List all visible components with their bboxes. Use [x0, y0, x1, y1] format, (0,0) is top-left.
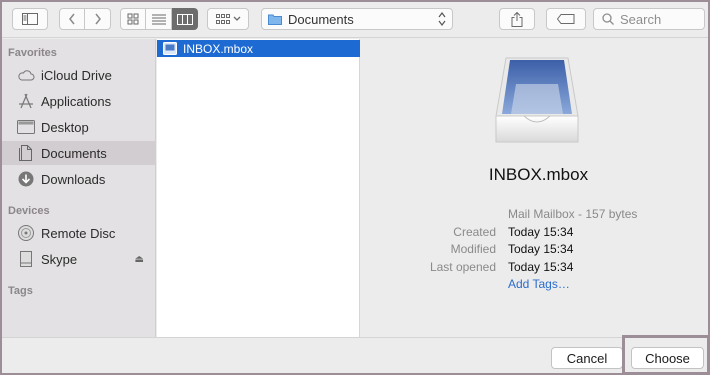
- back-button[interactable]: [59, 8, 85, 30]
- file-column: INBOX.mbox: [157, 39, 360, 337]
- tags-heading: Tags: [8, 285, 33, 297]
- forward-button[interactable]: [85, 8, 111, 30]
- icon-view-button[interactable]: [120, 8, 146, 30]
- nav-buttons: [59, 8, 111, 30]
- list-icon: [151, 14, 166, 24]
- sidebar-item-label: Downloads: [41, 171, 106, 187]
- created-label: Created: [453, 225, 496, 239]
- eject-icon[interactable]: ⏏: [135, 254, 144, 265]
- sidebar-item-desktop[interactable]: Desktop: [2, 115, 156, 139]
- sidebar-item-icloud-drive[interactable]: iCloud Drive: [2, 63, 156, 87]
- preview-file-name: INBOX.mbox: [488, 165, 589, 184]
- cancel-button[interactable]: Cancel: [551, 347, 623, 369]
- sidebar-item-label: Remote Disc: [41, 225, 116, 241]
- location-label: Documents: [288, 11, 354, 27]
- documents-icon: [16, 144, 36, 162]
- sidebar-item-downloads[interactable]: Downloads: [2, 167, 156, 191]
- sidebar-item-skype[interactable]: Skype ⏏: [2, 247, 156, 271]
- sidebar-item-remote-disc[interactable]: Remote Disc: [2, 221, 156, 245]
- last-opened-label: Last opened: [429, 260, 496, 274]
- file-label: INBOX.mbox: [183, 41, 254, 56]
- sidebar-toggle-icon: [22, 13, 38, 25]
- file-kind: Mail Mailbox - 157 bytes: [508, 207, 638, 221]
- column-view-button[interactable]: [172, 8, 198, 30]
- created-value: Today 15:34: [508, 225, 574, 239]
- sidebar-item-label: iCloud Drive: [41, 67, 112, 83]
- arrange-grid-icon: [215, 14, 230, 24]
- file-chooser-dialog: Documents Favorites: [0, 0, 710, 375]
- sidebar-item-applications[interactable]: Applications: [2, 89, 156, 113]
- preview-pane: INBOX.mbox Mail Mailbox - 157 bytes Crea…: [361, 39, 708, 337]
- sidebar-item-label: Applications: [41, 93, 112, 109]
- mailbox-preview-icon: [495, 57, 579, 143]
- cloud-icon: [16, 66, 36, 84]
- share-button[interactable]: [499, 8, 535, 30]
- sidebar-item-documents[interactable]: Documents: [2, 141, 156, 165]
- drive-icon: [16, 250, 36, 268]
- modified-label: Modified: [450, 242, 496, 256]
- desktop-icon: [16, 118, 36, 136]
- tag-icon: [557, 14, 575, 24]
- downloads-icon: [16, 170, 36, 188]
- list-view-button[interactable]: [146, 8, 172, 30]
- choose-highlight-frame: [622, 335, 708, 373]
- share-icon: [511, 11, 523, 27]
- mailbox-file-icon: [163, 42, 177, 55]
- updown-chevron-icon: [438, 11, 446, 28]
- sidebar-toggle-button[interactable]: [12, 8, 48, 30]
- bottom-bar: Cancel Choose: [2, 335, 708, 373]
- favorites-heading: Favorites: [8, 47, 57, 59]
- grid-icon: [127, 13, 139, 25]
- location-popup[interactable]: Documents: [261, 8, 453, 30]
- file-row-inbox-mbox[interactable]: INBOX.mbox: [157, 40, 360, 57]
- folder-icon: [268, 14, 282, 25]
- search-input[interactable]: [620, 11, 700, 27]
- view-mode-segment: [120, 8, 198, 30]
- tag-button[interactable]: [546, 8, 586, 30]
- chevron-right-icon: [94, 13, 101, 25]
- add-tags-link[interactable]: Add Tags…: [508, 277, 570, 291]
- search-field[interactable]: [593, 8, 705, 30]
- modified-value: Today 15:34: [508, 242, 574, 256]
- toolbar: Documents: [2, 2, 708, 38]
- search-icon: [602, 13, 614, 25]
- devices-heading: Devices: [8, 205, 50, 217]
- applications-icon: [16, 92, 36, 110]
- sidebar-item-label: Desktop: [41, 119, 89, 135]
- chevron-down-icon: [233, 16, 240, 21]
- sidebar-item-label: Skype: [41, 251, 78, 267]
- columns-icon: [176, 13, 193, 25]
- sidebar-item-label: Documents: [41, 145, 107, 161]
- last-opened-value: Today 15:34: [508, 260, 574, 274]
- chevron-left-icon: [69, 13, 75, 25]
- sidebar: Favorites iCloud Drive Applications Desk…: [2, 39, 156, 337]
- disc-icon: [16, 224, 36, 242]
- arrange-button[interactable]: [207, 8, 249, 30]
